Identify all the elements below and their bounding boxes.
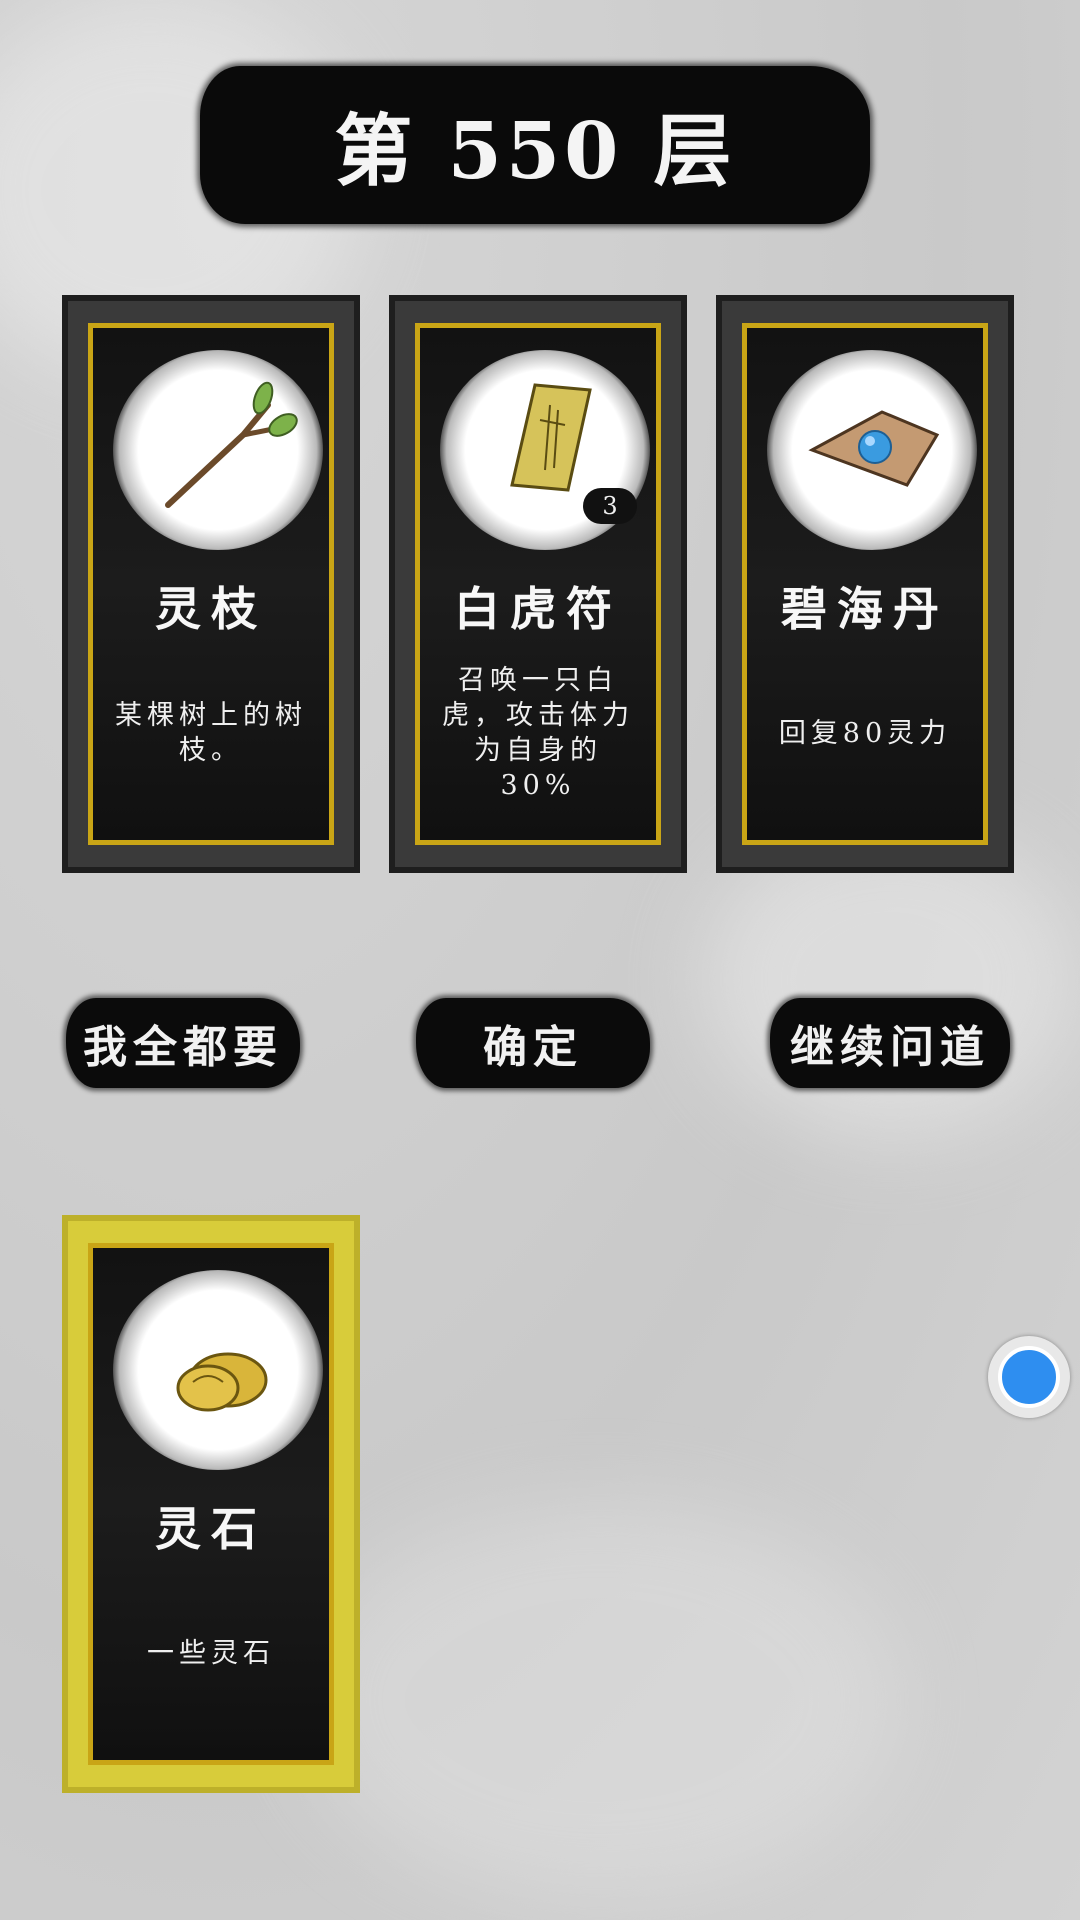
continue-button[interactable]: 继续问道 (770, 998, 1010, 1088)
floor-title-banner: 第 550 层 (200, 66, 870, 224)
floating-assistant-button[interactable] (988, 1336, 1070, 1418)
item-description: 召唤一只白虎，攻击体力为自身的30% (442, 665, 634, 801)
item-description: 回复80灵力 (778, 717, 952, 749)
card-panel: 灵石 一些灵石 (88, 1243, 334, 1765)
floor-title: 第 550 层 (334, 106, 736, 197)
reward-card-pill[interactable]: 碧海丹 回复80灵力 (716, 295, 1014, 873)
item-name: 灵石 (155, 1502, 267, 1556)
item-description: 一些灵石 (147, 1637, 275, 1669)
reward-card-talisman[interactable]: 3 白虎符 召唤一只白虎，攻击体力为自身的30% (389, 295, 687, 873)
confirm-button[interactable]: 确定 (416, 998, 650, 1088)
item-description: 某棵树上的树枝。 (115, 700, 307, 766)
card-panel: 3 白虎符 召唤一只白虎，攻击体力为自身的30% (415, 323, 661, 845)
selected-item-spirit-stone[interactable]: 灵石 一些灵石 (62, 1215, 360, 1793)
spirit-stone-icon (176, 1352, 268, 1412)
branch-icon (165, 381, 298, 508)
take-all-button[interactable]: 我全都要 (66, 998, 300, 1088)
item-name: 碧海丹 (781, 582, 949, 636)
card-panel: 碧海丹 回复80灵力 (742, 323, 988, 845)
reward-card-branch[interactable]: 灵枝 某棵树上的树枝。 (62, 295, 360, 873)
pill-icon (808, 410, 940, 487)
item-count-badge: 3 (583, 488, 637, 524)
item-name: 白虎符 (454, 582, 622, 636)
assistant-ball-icon (998, 1346, 1060, 1408)
item-name: 灵枝 (155, 582, 267, 636)
card-panel: 灵枝 某棵树上的树枝。 (88, 323, 334, 845)
